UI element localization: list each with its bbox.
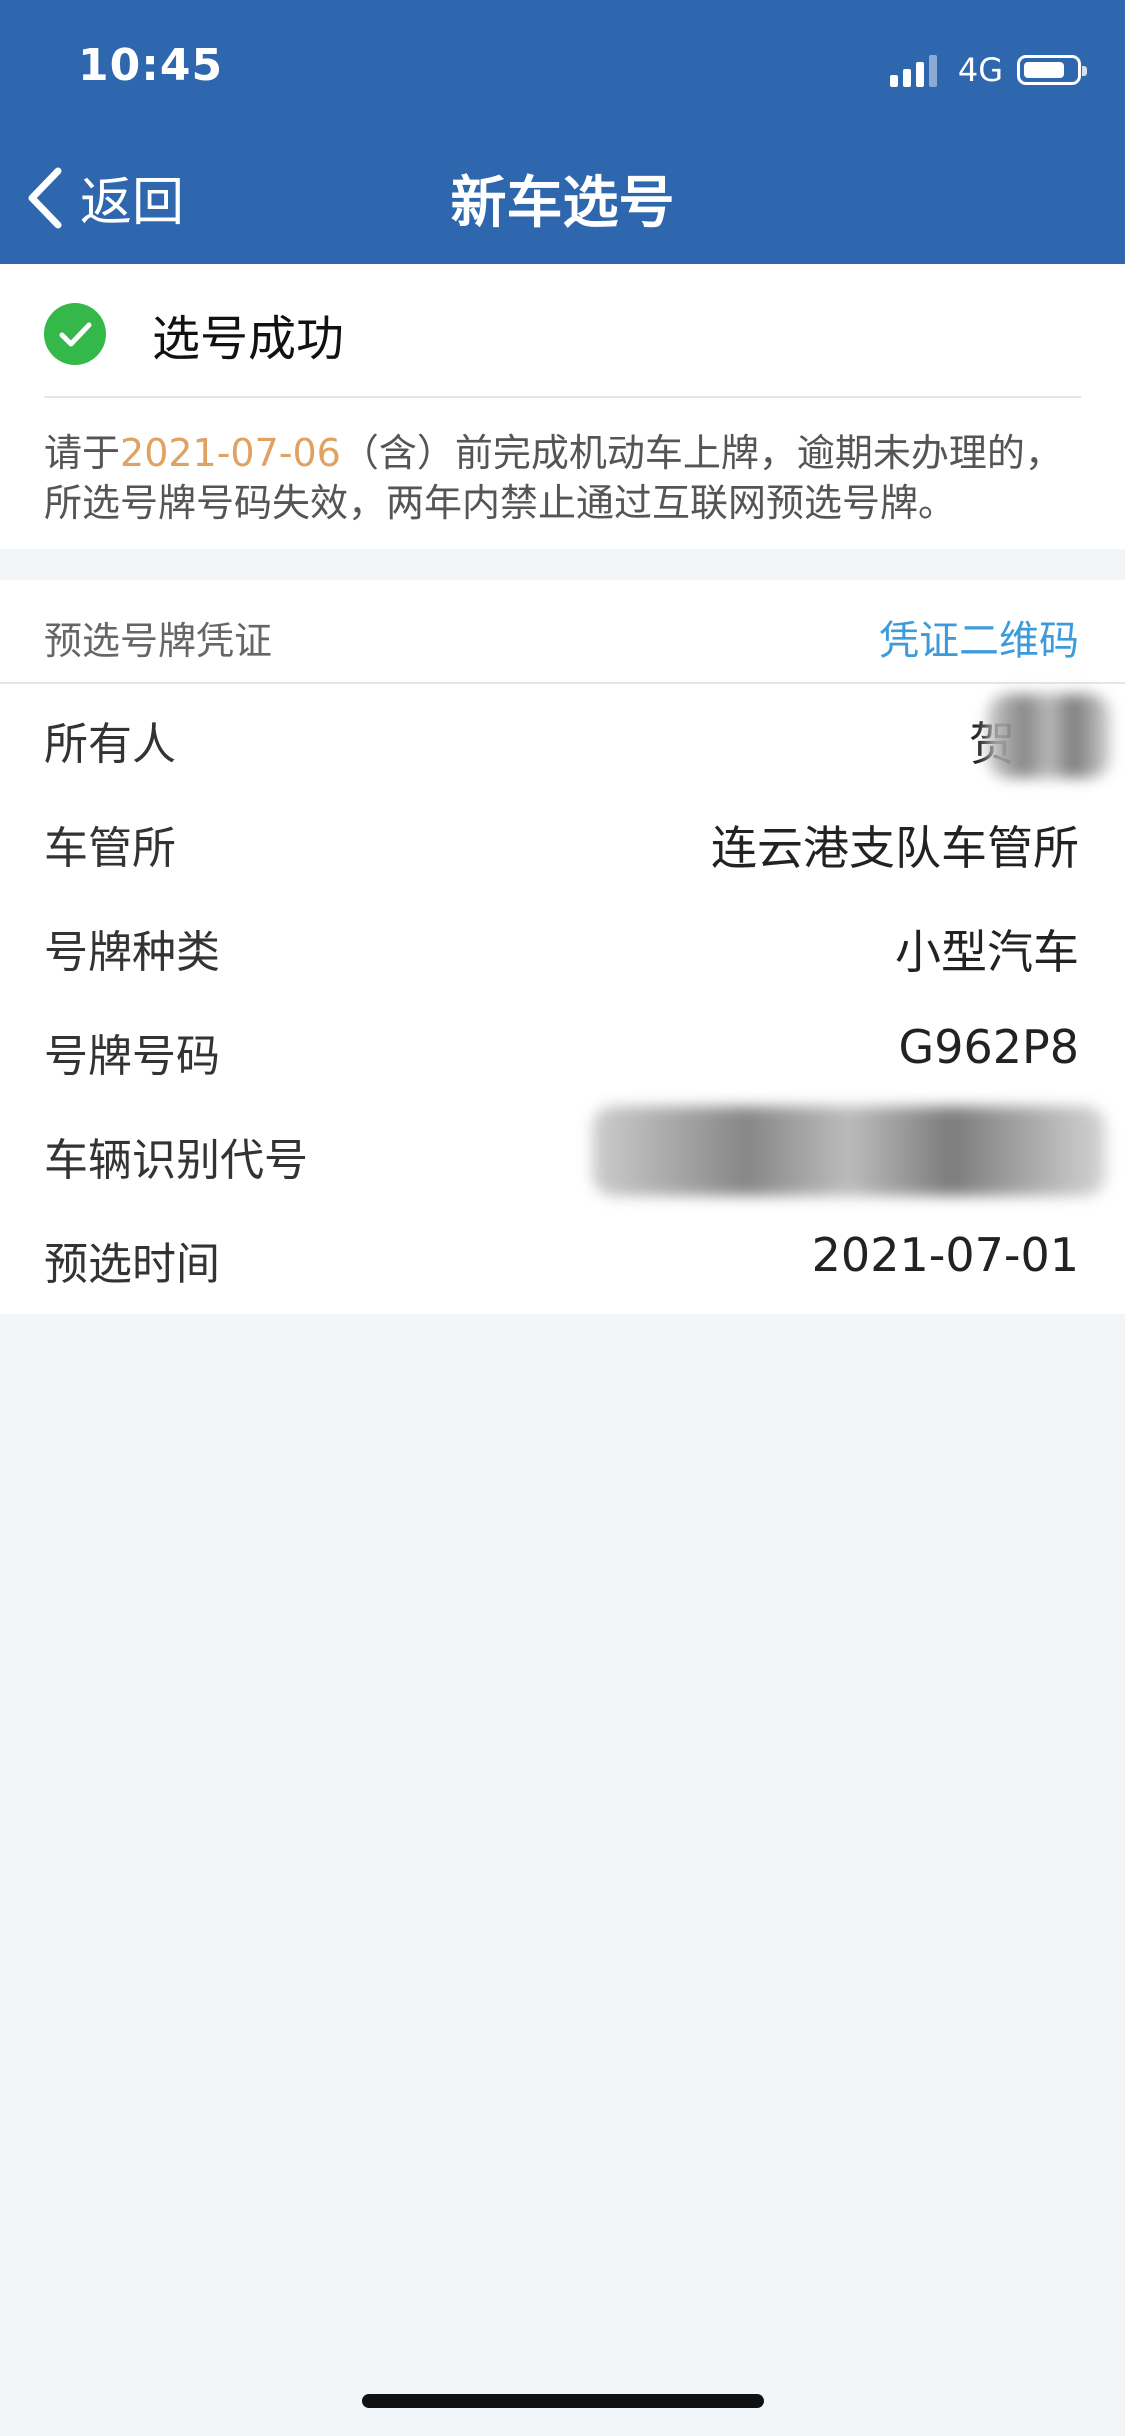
cellular-signal-icon: [889, 53, 942, 87]
deadline-date: 2021-07-06: [120, 431, 341, 475]
status-time: 10:45: [78, 40, 224, 91]
voucher-card: 预选号牌凭证 凭证二维码 所有人 贺 车管所 连云港支队车管所 号牌种类 小型汽…: [0, 580, 1125, 1314]
voucher-header: 预选号牌凭证 凭证二维码: [0, 580, 1125, 682]
network-type: 4G: [957, 51, 1003, 89]
redaction-blur: [592, 1106, 1106, 1196]
redaction-blur: [987, 694, 1111, 778]
preselect-time-label: 预选时间: [44, 1239, 220, 1290]
result-card: 选号成功 请于2021-07-06（含）前完成机动车上牌，逾期未办理的，所选号牌…: [0, 264, 1125, 549]
plate-type-value: 小型汽车: [895, 925, 1079, 979]
plate-number-value: G962P8: [898, 1020, 1079, 1074]
success-row: 选号成功: [44, 300, 344, 368]
deadline-notice: 请于2021-07-06（含）前完成机动车上牌，逾期未办理的，所选号牌号码失效，…: [44, 428, 1085, 528]
battery-icon: [1017, 55, 1087, 85]
row-plate-type: 号牌种类 小型汽车: [0, 892, 1125, 996]
row-vin: 车辆识别代号: [0, 1100, 1125, 1204]
section-title: 预选号牌凭证: [44, 619, 273, 663]
notice-prefix: 请于: [44, 431, 121, 475]
plate-type-label: 号牌种类: [44, 927, 220, 978]
check-circle-icon: [44, 303, 106, 365]
office-value: 连云港支队车管所: [711, 821, 1079, 875]
row-owner: 所有人 贺: [0, 684, 1125, 788]
office-label: 车管所: [44, 823, 176, 874]
status-indicators: 4G: [889, 50, 1087, 90]
vin-label: 车辆识别代号: [44, 1135, 308, 1186]
app-header: 10:45 4G 返回 新车选号: [0, 0, 1125, 264]
row-preselect-time: 预选时间 2021-07-01: [0, 1204, 1125, 1308]
row-plate-number: 号牌号码 G962P8: [0, 996, 1125, 1100]
success-text: 选号成功: [152, 311, 345, 367]
owner-label: 所有人: [44, 719, 176, 770]
divider: [44, 396, 1081, 398]
plate-number-label: 号牌号码: [44, 1031, 220, 1082]
preselect-time-value: 2021-07-01: [811, 1228, 1079, 1282]
row-vehicle-office: 车管所 连云港支队车管所: [0, 788, 1125, 892]
qr-code-link[interactable]: 凭证二维码: [879, 608, 1079, 666]
home-indicator: [362, 2394, 764, 2408]
page-title: 新车选号: [450, 171, 675, 236]
